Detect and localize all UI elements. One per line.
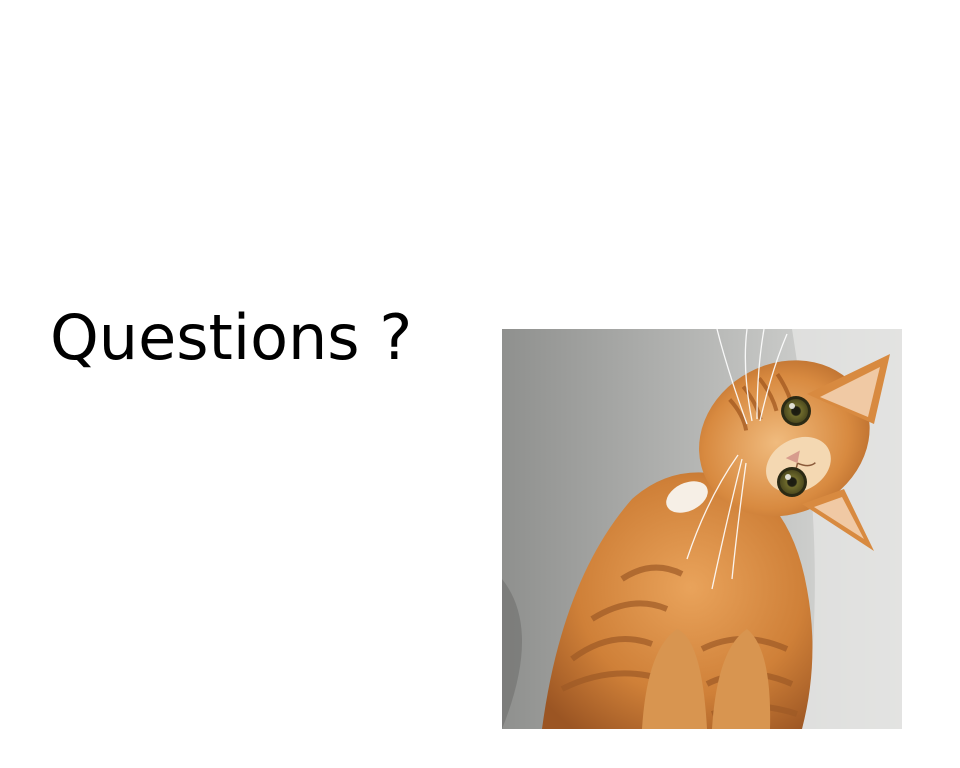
cat-illustration [502, 329, 902, 729]
slide: Questions ? [0, 0, 960, 768]
slide-title: Questions ? [50, 301, 413, 374]
cat-photo [502, 329, 902, 729]
